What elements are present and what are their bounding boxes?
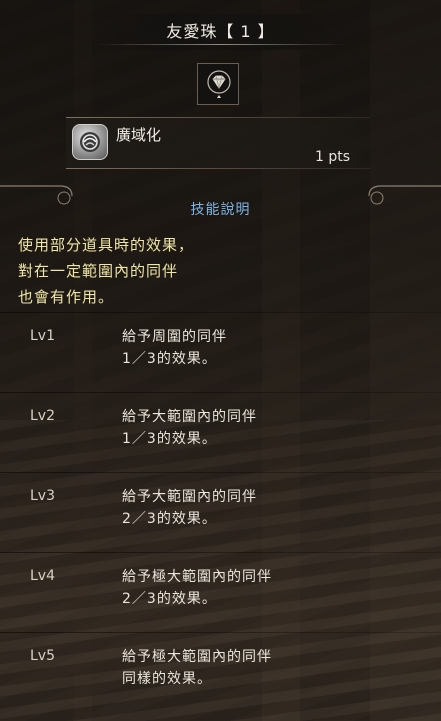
level-effect-line: 給予極大範圍內的同伴 [122, 569, 272, 585]
level-effect: 給予大範圍內的同伴 2／3的效果。 [122, 486, 257, 530]
level-effect-line: 2／3的效果。 [122, 591, 217, 607]
level-effect: 給予周圍的同伴 1／3的效果。 [122, 326, 227, 370]
title-divider [96, 44, 346, 45]
level-effect-line: 1／3的效果。 [122, 351, 217, 367]
level-row: Lv5 給予極大範圍內的同伴 同樣的效果。 [0, 632, 441, 712]
level-effect-line: 給予周圍的同伴 [122, 329, 227, 345]
level-effect: 給予大範圍內的同伴 1／3的效果。 [122, 406, 257, 450]
level-label: Lv1 [30, 328, 55, 344]
level-row: Lv2 給予大範圍內的同伴 1／3的效果。 [0, 392, 441, 472]
skill-detail-panel: 友愛珠【 1 】 廣域化 1 pts 技能說明 使用部分道具時的效果， 對在一定… [0, 0, 441, 721]
level-row: Lv1 給予周圍的同伴 1／3的效果。 [0, 312, 441, 392]
skill-description: 使用部分道具時的效果， 對在一定範圍內的同伴 也會有作用。 [18, 232, 418, 310]
skill-emblem-icon [72, 124, 108, 160]
skill-description-header: 技能說明 [190, 202, 251, 218]
level-effect-line: 同樣的效果。 [122, 671, 212, 687]
level-effect-line: 給予大範圍內的同伴 [122, 409, 257, 425]
decoration-slot[interactable] [197, 63, 239, 105]
level-effect: 給予極大範圍內的同伴 2／3的效果。 [122, 566, 272, 610]
level-effect-line: 給予極大範圍內的同伴 [122, 649, 272, 665]
level-effect-line: 1／3的效果。 [122, 431, 217, 447]
description-line: 也會有作用。 [18, 288, 115, 306]
level-effect-line: 2／3的效果。 [122, 511, 217, 527]
level-label: Lv5 [30, 648, 55, 664]
level-label: Lv3 [30, 488, 55, 504]
gem-icon [207, 70, 231, 98]
decoration-title: 友愛珠【 1 】 [166, 22, 275, 41]
skill-points: 1 pts [314, 149, 350, 165]
skill-name: 廣域化 [116, 126, 162, 144]
description-line: 對在一定範圍內的同伴 [18, 262, 179, 280]
description-line: 使用部分道具時的效果， [18, 236, 195, 254]
level-label: Lv2 [30, 408, 55, 424]
level-row: Lv4 給予極大範圍內的同伴 2／3的效果。 [0, 552, 441, 632]
level-label: Lv4 [30, 568, 55, 584]
level-effect-line: 給予大範圍內的同伴 [122, 489, 257, 505]
level-effect: 給予極大範圍內的同伴 同樣的效果。 [122, 646, 272, 690]
level-row: Lv3 給予大範圍內的同伴 2／3的效果。 [0, 472, 441, 552]
